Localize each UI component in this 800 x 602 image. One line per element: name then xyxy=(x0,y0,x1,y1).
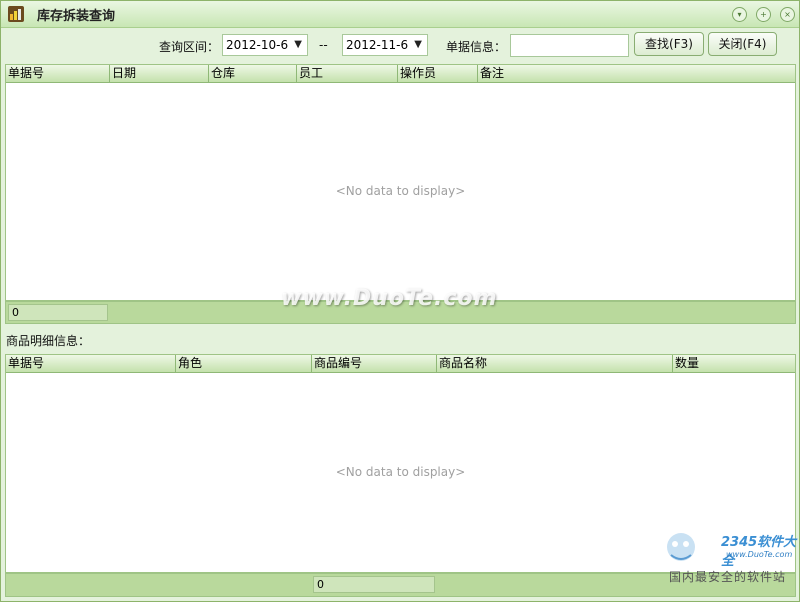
doc-info-label: 单据信息： xyxy=(446,40,507,54)
start-date-value: 2012-10-6 xyxy=(226,38,289,52)
end-date-value: 2012-11-6 xyxy=(346,38,409,52)
main-grid-header: 单据号 日期 仓库 员工 操作员 备注 xyxy=(6,65,795,83)
detail-grid[interactable]: 单据号 角色 商品编号 商品名称 数量 <No data to display> xyxy=(5,354,796,573)
column-header[interactable]: 仓库 xyxy=(209,65,297,82)
column-header[interactable]: 商品名称 xyxy=(437,355,673,372)
end-date-select[interactable]: 2012-11-6 ▼ xyxy=(342,34,428,56)
detail-grid-header: 单据号 角色 商品编号 商品名称 数量 xyxy=(6,355,795,373)
detail-section-label: 商品明细信息： xyxy=(6,334,91,348)
column-header[interactable]: 员工 xyxy=(297,65,398,82)
row-count: 0 xyxy=(8,304,108,321)
row-count: 0 xyxy=(313,576,435,593)
main-window: 库存拆装查询 ▾ + × 查询区间： 2012-10-6 ▼ -- 2012-1… xyxy=(0,0,800,602)
minimize-icon[interactable]: ▾ xyxy=(732,7,747,22)
close-icon[interactable]: × xyxy=(780,7,795,22)
column-header[interactable]: 商品编号 xyxy=(312,355,437,372)
dropdown-arrow-icon[interactable]: ▼ xyxy=(294,39,302,50)
column-header[interactable]: 单据号 xyxy=(6,355,176,372)
column-header[interactable]: 操作员 xyxy=(398,65,478,82)
chart-icon xyxy=(8,6,24,22)
empty-message: <No data to display> xyxy=(335,465,466,479)
column-header[interactable]: 日期 xyxy=(110,65,209,82)
empty-message: <No data to display> xyxy=(335,184,466,198)
main-grid[interactable]: 单据号 日期 仓库 员工 操作员 备注 <No data to display> xyxy=(5,64,796,301)
start-date-select[interactable]: 2012-10-6 ▼ xyxy=(222,34,308,56)
close-button[interactable]: 关闭(F4) xyxy=(708,32,777,56)
brand-slogan: 国内最安全的软件站 xyxy=(669,570,787,584)
column-header[interactable]: 备注 xyxy=(478,65,795,82)
date-separator: -- xyxy=(319,38,328,52)
dropdown-arrow-icon[interactable]: ▼ xyxy=(414,39,422,50)
column-header[interactable]: 数量 xyxy=(673,355,795,372)
column-header[interactable]: 单据号 xyxy=(6,65,110,82)
title-bar[interactable]: 库存拆装查询 ▾ + × xyxy=(1,1,799,28)
date-range-label: 查询区间： xyxy=(159,40,220,54)
doc-info-input[interactable] xyxy=(510,34,629,57)
column-header[interactable]: 角色 xyxy=(176,355,312,372)
window-title: 库存拆装查询 xyxy=(37,9,116,24)
watermark: www.DuoTe.com xyxy=(281,286,498,311)
maximize-icon[interactable]: + xyxy=(756,7,771,22)
search-button[interactable]: 查找(F3) xyxy=(634,32,704,56)
brand-site: www.DuoTe.com xyxy=(726,550,793,559)
